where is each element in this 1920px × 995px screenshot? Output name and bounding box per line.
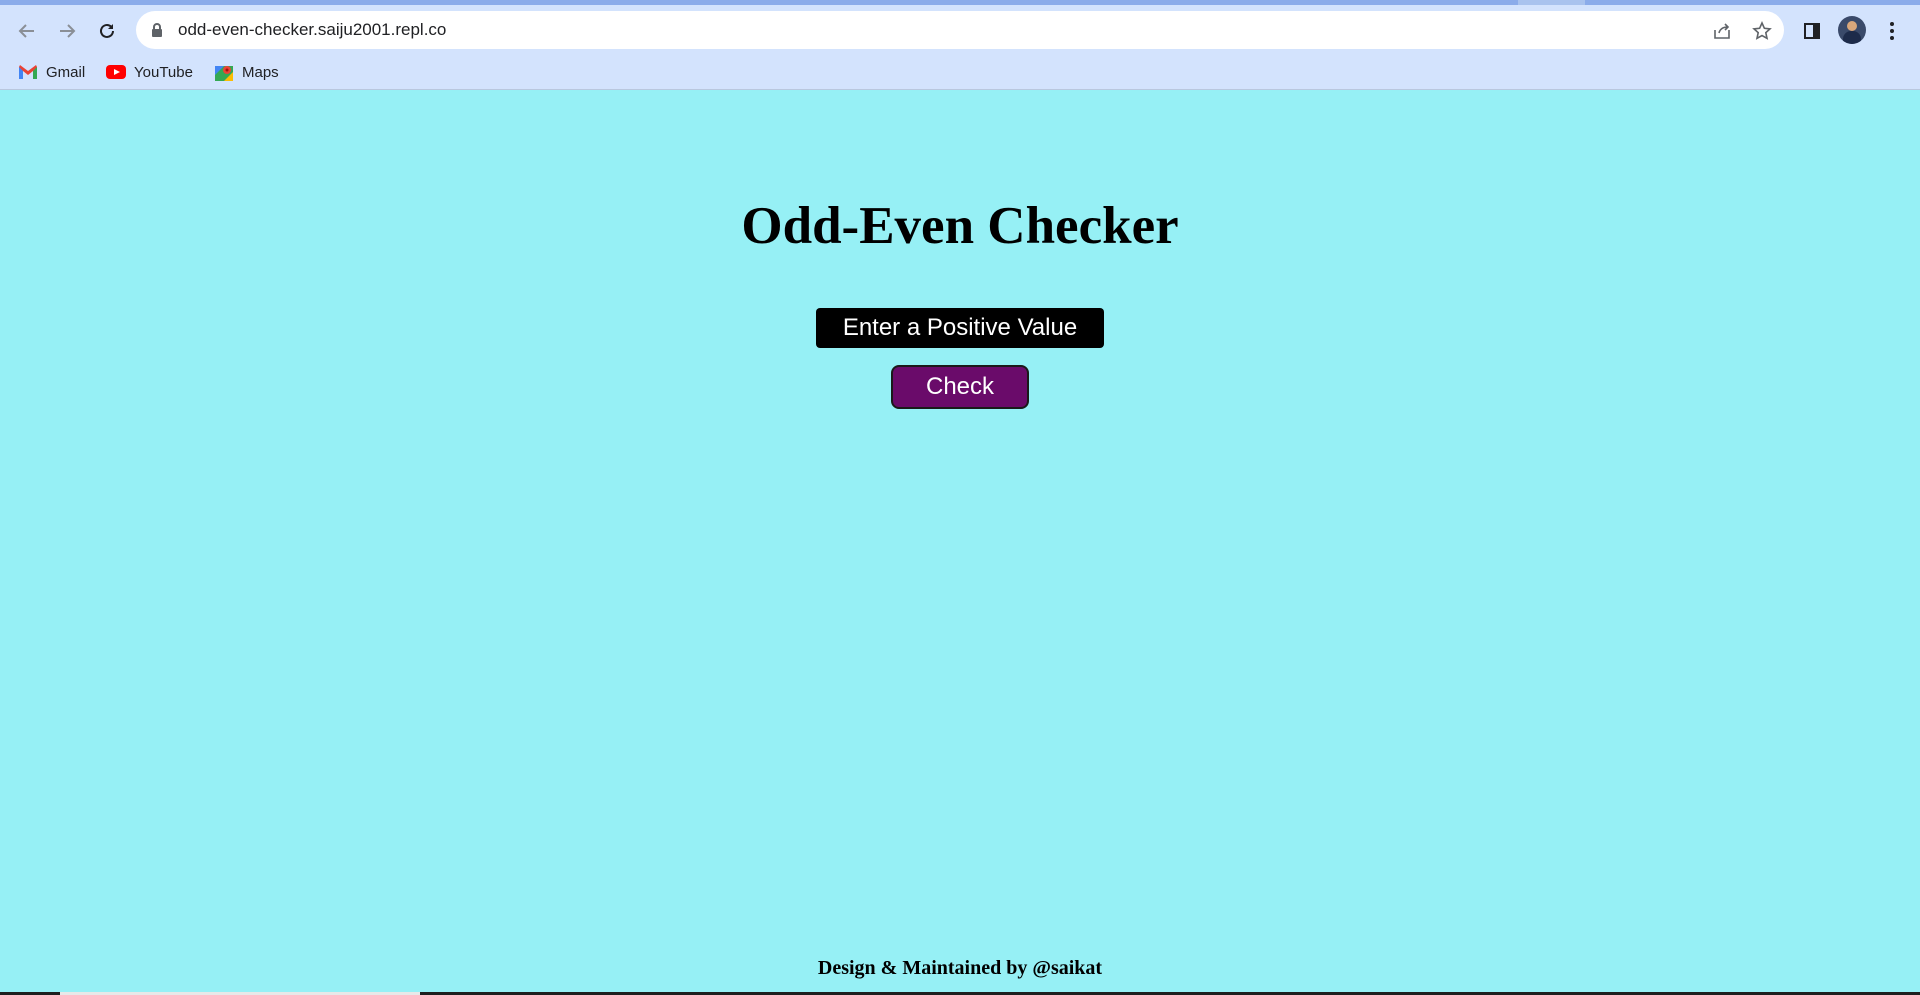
bookmark-gmail[interactable]: Gmail xyxy=(18,61,85,83)
reload-icon[interactable] xyxy=(91,15,123,47)
kebab-menu-icon[interactable] xyxy=(1878,17,1906,45)
browser-toolbar: odd-even-checker.saiju2001.repl.co xyxy=(0,5,1920,55)
positive-value-input[interactable] xyxy=(816,308,1104,348)
lock-icon[interactable] xyxy=(150,22,164,38)
share-icon[interactable] xyxy=(1710,19,1734,43)
maps-icon xyxy=(214,64,234,81)
gmail-icon xyxy=(18,64,38,80)
bookmark-label: Maps xyxy=(242,63,279,81)
back-arrow-icon[interactable] xyxy=(11,15,43,47)
bookmark-youtube[interactable]: YouTube xyxy=(106,61,193,83)
bookmark-maps[interactable]: Maps xyxy=(214,61,279,83)
address-bar[interactable]: odd-even-checker.saiju2001.repl.co xyxy=(136,11,1784,49)
footer-credit: Design & Maintained by @saikat xyxy=(817,957,1103,979)
check-button[interactable]: Check xyxy=(891,365,1029,409)
url-text[interactable]: odd-even-checker.saiju2001.repl.co xyxy=(178,20,446,40)
profile-avatar[interactable] xyxy=(1838,16,1866,44)
bookmark-star-icon[interactable] xyxy=(1750,19,1774,43)
page-title: Odd-Even Checker xyxy=(741,197,1179,255)
bookmarks-bar: Gmail YouTube Maps xyxy=(0,55,1920,90)
page-content: Odd-Even Checker Check Design & Maintain… xyxy=(0,90,1920,992)
bookmark-label: Gmail xyxy=(46,63,86,81)
browser-window: odd-even-checker.saiju2001.repl.co Gmail xyxy=(0,0,1920,995)
youtube-icon xyxy=(106,64,126,80)
forward-arrow-icon[interactable] xyxy=(51,15,83,47)
side-panel-icon[interactable] xyxy=(1798,17,1826,45)
bookmark-label: YouTube xyxy=(134,63,193,81)
